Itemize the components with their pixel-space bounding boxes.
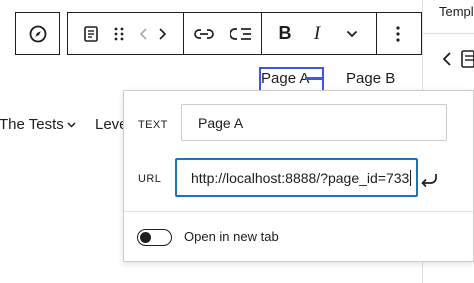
nav-link-page-b[interactable]: Page B: [346, 70, 395, 87]
page-list-icon[interactable]: [76, 13, 106, 54]
link-text-value: Page A: [198, 114, 244, 131]
link-url-value: http://localhost:8888/?page_id=733: [191, 169, 410, 186]
sidebar-title: Templ: [439, 4, 474, 19]
drag-handle-icon[interactable]: [106, 13, 132, 54]
popover-divider: [124, 211, 473, 212]
nav-link-page-a[interactable]: Page A: [261, 70, 309, 87]
link-settings-popover: TEXT Page A URL http://localhost:8888/?p…: [123, 90, 474, 262]
more-options-icon[interactable]: [383, 13, 413, 54]
italic-button[interactable]: I: [303, 13, 331, 54]
toggle-knob: [140, 232, 151, 243]
link-url-input[interactable]: http://localhost:8888/?page_id=733: [175, 158, 418, 197]
back-chevron-icon[interactable]: [442, 52, 451, 71]
chevron-down-icon: [67, 121, 76, 128]
link-icon[interactable]: [187, 13, 221, 54]
sidebar-divider: [423, 33, 474, 34]
nav-item-the-tests[interactable]: The Tests: [0, 116, 76, 133]
open-new-tab-label: Open in new tab: [184, 229, 279, 244]
compass-icon[interactable]: [16, 13, 59, 54]
chevron-down-icon[interactable]: [338, 13, 366, 54]
nav-item-label: The Tests: [0, 116, 64, 133]
move-left-right-icon[interactable]: [132, 13, 174, 54]
link-highlight-bar: [305, 77, 322, 80]
url-field-label: URL: [138, 173, 162, 185]
toolbar-parent-group: [15, 12, 60, 55]
open-new-tab-toggle[interactable]: [137, 229, 172, 246]
editor-canvas: B I Templ s: [0, 0, 474, 283]
link-text-input[interactable]: Page A: [181, 104, 447, 141]
submenu-icon[interactable]: [223, 13, 259, 54]
toolbar-separator: [261, 13, 262, 54]
submit-link-icon[interactable]: [414, 165, 444, 195]
page-list-icon: [461, 50, 474, 73]
text-caret: [410, 169, 412, 186]
bold-button[interactable]: B: [270, 13, 300, 54]
text-field-label: TEXT: [138, 119, 168, 131]
toolbar-separator: [376, 13, 377, 54]
toolbar-separator: [183, 13, 184, 54]
block-toolbar: B I: [67, 12, 422, 55]
